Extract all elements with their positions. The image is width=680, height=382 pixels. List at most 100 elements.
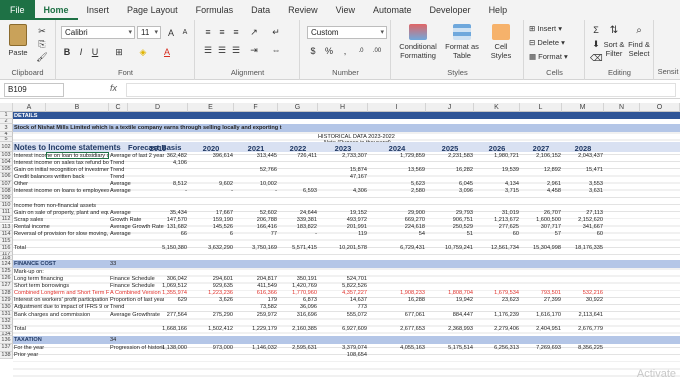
cell[interactable]: 4,357,227 xyxy=(319,290,367,297)
cell[interactable]: 793,501 xyxy=(521,290,561,297)
name-box[interactable]: B109 xyxy=(4,83,64,97)
cell[interactable]: 51 xyxy=(427,231,473,238)
cell[interactable]: 4,106 xyxy=(129,160,187,167)
cell[interactable]: 277,564 xyxy=(129,312,187,319)
tab-data[interactable]: Data xyxy=(242,0,279,20)
cell[interactable]: 316,696 xyxy=(279,312,317,319)
cell[interactable]: Gain on sale of property, plant and equi… xyxy=(14,210,109,217)
cell[interactable]: 14,637 xyxy=(319,297,367,304)
cell[interactable]: 1,679,534 xyxy=(475,290,519,297)
cell[interactable]: 73,582 xyxy=(235,304,277,311)
clear-icon[interactable]: ⌫ xyxy=(590,52,603,64)
underline-icon[interactable]: U xyxy=(89,46,101,58)
cell[interactable]: - xyxy=(129,188,187,195)
cell[interactable]: 19,942 xyxy=(427,297,473,304)
cell[interactable]: 6,256,313 xyxy=(475,345,519,352)
cell[interactable]: 19,539 xyxy=(475,167,519,174)
cell[interactable]: 119 xyxy=(319,231,367,238)
cell[interactable]: 145,526 xyxy=(189,224,233,231)
tab-help[interactable]: Help xyxy=(480,0,517,20)
insert-cells-button[interactable]: ⊞ Insert ▾ xyxy=(529,24,562,33)
cell[interactable]: 224,618 xyxy=(369,224,425,231)
cell[interactable]: 555,072 xyxy=(319,312,367,319)
cell[interactable]: 3,626 xyxy=(189,297,233,304)
cell[interactable]: 12,561,734 xyxy=(475,245,519,252)
cell[interactable]: Trend xyxy=(110,304,164,311)
cell[interactable]: 906,751 xyxy=(427,217,473,224)
cell[interactable]: 2,733,307 xyxy=(319,153,367,160)
cell[interactable]: Adjustment due to impact of IFRS 9 on GI… xyxy=(14,304,109,311)
cell[interactable]: 2,404,951 xyxy=(521,326,561,333)
cell[interactable]: 1,729,859 xyxy=(369,153,425,160)
row-header[interactable]: 130 xyxy=(0,303,13,311)
cell[interactable]: 884,447 xyxy=(427,312,473,319)
cell[interactable]: Total xyxy=(14,326,109,333)
cell[interactable]: 275,290 xyxy=(189,312,233,319)
cell[interactable]: - xyxy=(235,188,277,195)
cell[interactable]: 250,529 xyxy=(427,224,473,231)
cell[interactable]: 52,602 xyxy=(235,210,277,217)
formula-input[interactable] xyxy=(126,83,676,97)
cell[interactable]: 108,654 xyxy=(319,352,367,359)
cell[interactable]: 36,096 xyxy=(279,304,317,311)
row-header[interactable]: 112 xyxy=(0,216,13,224)
sort-filter-button[interactable]: ⇅ Sort & Filter xyxy=(602,24,626,58)
cell[interactable]: 60 xyxy=(475,231,519,238)
cell[interactable]: 19,152 xyxy=(319,210,367,217)
cell[interactable]: 2023 xyxy=(319,144,367,153)
cell[interactable]: 131,682 xyxy=(129,224,187,231)
cell[interactable]: 929,635 xyxy=(189,283,233,290)
cell[interactable]: 60 xyxy=(563,231,603,238)
cell[interactable]: 341,667 xyxy=(563,224,603,231)
cell[interactable]: 27,399 xyxy=(521,297,561,304)
column-header[interactable]: J xyxy=(426,103,474,112)
cell[interactable]: 201,991 xyxy=(319,224,367,231)
cell[interactable]: Other xyxy=(14,181,109,188)
cell[interactable]: 3,096 xyxy=(427,188,473,195)
cell[interactable]: Interest income on sales tax refund bond… xyxy=(14,160,109,167)
cell[interactable]: Trend xyxy=(110,174,164,181)
cell[interactable]: 204,817 xyxy=(235,276,277,283)
cell[interactable]: 12,892 xyxy=(521,167,561,174)
cell[interactable]: 1,616,170 xyxy=(521,312,561,319)
tab-formulas[interactable]: Formulas xyxy=(187,0,243,20)
row-header[interactable]: 131 xyxy=(0,311,13,319)
paste-button[interactable]: Paste xyxy=(6,24,30,57)
cell[interactable]: Prior year xyxy=(14,352,109,359)
currency-icon[interactable]: $ xyxy=(307,45,319,57)
decrease-font-icon[interactable]: A xyxy=(179,27,191,39)
cell[interactable]: 1,355,974 xyxy=(129,290,187,297)
cell[interactable]: 1,138,000 xyxy=(129,345,187,352)
cell[interactable]: 24,644 xyxy=(279,210,317,217)
cell[interactable]: 2,231,583 xyxy=(427,153,473,160)
bold-icon[interactable]: B xyxy=(61,46,73,58)
row-header[interactable]: 107 xyxy=(0,180,13,188)
row-header[interactable]: 110 xyxy=(0,202,13,210)
row-header[interactable]: 103 xyxy=(0,152,13,160)
cell[interactable]: Mark-up on: xyxy=(14,269,109,276)
cell[interactable]: 29,793 xyxy=(427,210,473,217)
column-header[interactable]: L xyxy=(520,103,562,112)
cell[interactable]: 2,279,406 xyxy=(475,326,519,333)
cell[interactable]: Interest income on loans to employees xyxy=(14,188,109,195)
row-header[interactable]: 114 xyxy=(0,230,13,238)
cell[interactable]: 2,043,437 xyxy=(563,153,603,160)
cell[interactable]: Gain on initial recognition of investmen… xyxy=(14,167,109,174)
cell[interactable]: 5,150,380 xyxy=(129,245,187,252)
cell[interactable]: 57 xyxy=(521,231,561,238)
cell[interactable]: 2025 xyxy=(427,144,473,153)
cell[interactable]: 15,304,998 xyxy=(521,245,561,252)
tab-insert[interactable]: Insert xyxy=(78,0,119,20)
cell[interactable]: 2019 xyxy=(129,144,187,153)
cell[interactable]: 1,069,512 xyxy=(129,283,187,290)
cell[interactable]: 15,471 xyxy=(563,167,603,174)
cell[interactable]: 294,601 xyxy=(189,276,233,283)
cell[interactable]: 6,729,431 xyxy=(369,245,425,252)
font-color-icon[interactable]: A xyxy=(161,46,173,58)
cell[interactable]: For the year xyxy=(14,345,109,352)
cell[interactable]: 493,972 xyxy=(319,217,367,224)
row-header[interactable]: 109 xyxy=(0,194,13,203)
cell[interactable]: Long term financing xyxy=(14,276,109,283)
row-header[interactable]: 108 xyxy=(0,187,13,195)
column-header[interactable]: N xyxy=(604,103,640,112)
